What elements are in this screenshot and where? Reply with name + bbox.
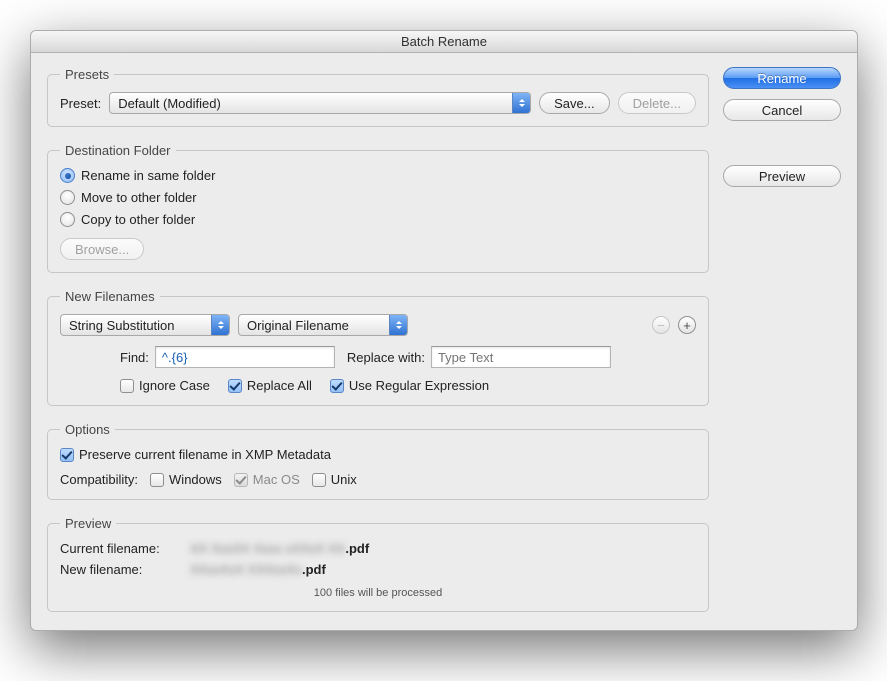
remove-rule-button[interactable]: −	[652, 316, 670, 334]
destination-legend: Destination Folder	[60, 143, 176, 158]
delete-preset-button: Delete...	[618, 92, 696, 114]
replace-all-check[interactable]: Replace All	[228, 378, 312, 393]
destination-group: Destination Folder Rename in same folder…	[47, 143, 709, 273]
chevron-updown-icon	[512, 93, 530, 113]
options-group: Options Preserve current filename in XMP…	[47, 422, 709, 500]
radio-input-copy[interactable]	[60, 212, 75, 227]
preserve-xmp-check[interactable]: Preserve current filename in XMP Metadat…	[60, 447, 696, 462]
mode-popup-value: String Substitution	[69, 318, 175, 333]
presets-legend: Presets	[60, 67, 114, 82]
compat-unix-label: Unix	[331, 472, 357, 487]
compat-windows-label: Windows	[169, 472, 222, 487]
cancel-button[interactable]: Cancel	[723, 99, 841, 121]
file-count-note: 100 files will be processed	[60, 587, 696, 599]
current-filename-value: XX XxxXX Xxxx xXXxX XX.pdf	[190, 541, 369, 556]
radio-label-copy: Copy to other folder	[81, 212, 195, 227]
use-regex-label: Use Regular Expression	[349, 378, 489, 393]
ignore-case-checkbox[interactable]	[120, 379, 134, 393]
current-filename-label: Current filename:	[60, 541, 180, 556]
chevron-updown-icon	[389, 315, 407, 335]
ignore-case-check[interactable]: Ignore Case	[120, 378, 210, 393]
preserve-xmp-label: Preserve current filename in XMP Metadat…	[79, 447, 331, 462]
radio-input-same[interactable]	[60, 168, 75, 183]
new-filename-label: New filename:	[60, 562, 180, 577]
compat-macos: Mac OS	[234, 472, 300, 487]
preserve-xmp-checkbox[interactable]	[60, 448, 74, 462]
presets-group: Presets Preset: Default (Modified) Save.…	[47, 67, 709, 127]
new-filename-value: XXxxXxX XXXxxXx.pdf	[190, 562, 326, 577]
use-regex-checkbox[interactable]	[330, 379, 344, 393]
replace-all-checkbox[interactable]	[228, 379, 242, 393]
preview-button[interactable]: Preview	[723, 165, 841, 187]
compat-unix[interactable]: Unix	[312, 472, 357, 487]
use-regex-check[interactable]: Use Regular Expression	[330, 378, 489, 393]
browse-button: Browse...	[60, 238, 144, 260]
preset-popup-value: Default (Modified)	[118, 96, 221, 111]
preset-popup[interactable]: Default (Modified)	[109, 92, 531, 114]
radio-input-move[interactable]	[60, 190, 75, 205]
options-legend: Options	[60, 422, 115, 437]
compat-windows[interactable]: Windows	[150, 472, 222, 487]
save-preset-button[interactable]: Save...	[539, 92, 609, 114]
chevron-updown-icon	[211, 315, 229, 335]
new-filenames-legend: New Filenames	[60, 289, 160, 304]
compatibility-label: Compatibility:	[60, 472, 138, 487]
titlebar: Batch Rename	[31, 31, 857, 53]
source-popup-value: Original Filename	[247, 318, 349, 333]
radio-same-folder[interactable]: Rename in same folder	[60, 168, 696, 183]
preset-label: Preset:	[60, 96, 101, 111]
compat-windows-checkbox[interactable]	[150, 473, 164, 487]
preview-group: Preview Current filename: XX XxxXX Xxxx …	[47, 516, 709, 612]
rename-button[interactable]: Rename	[723, 67, 841, 89]
new-filenames-group: New Filenames String Substitution Origin…	[47, 289, 709, 406]
window-title: Batch Rename	[401, 34, 487, 49]
find-label: Find:	[120, 350, 149, 365]
preview-legend: Preview	[60, 516, 116, 531]
ignore-case-label: Ignore Case	[139, 378, 210, 393]
replace-all-label: Replace All	[247, 378, 312, 393]
mode-popup[interactable]: String Substitution	[60, 314, 230, 336]
replace-label: Replace with:	[347, 350, 425, 365]
compat-macos-label: Mac OS	[253, 472, 300, 487]
add-rule-button[interactable]: +	[678, 316, 696, 334]
radio-label-same: Rename in same folder	[81, 168, 215, 183]
source-popup[interactable]: Original Filename	[238, 314, 408, 336]
compat-unix-checkbox[interactable]	[312, 473, 326, 487]
compat-macos-checkbox	[234, 473, 248, 487]
radio-copy-folder[interactable]: Copy to other folder	[60, 212, 696, 227]
radio-label-move: Move to other folder	[81, 190, 197, 205]
replace-input[interactable]	[431, 346, 611, 368]
find-input[interactable]	[155, 346, 335, 368]
radio-move-folder[interactable]: Move to other folder	[60, 190, 696, 205]
batch-rename-window: Batch Rename Presets Preset: Default (Mo…	[30, 30, 858, 631]
